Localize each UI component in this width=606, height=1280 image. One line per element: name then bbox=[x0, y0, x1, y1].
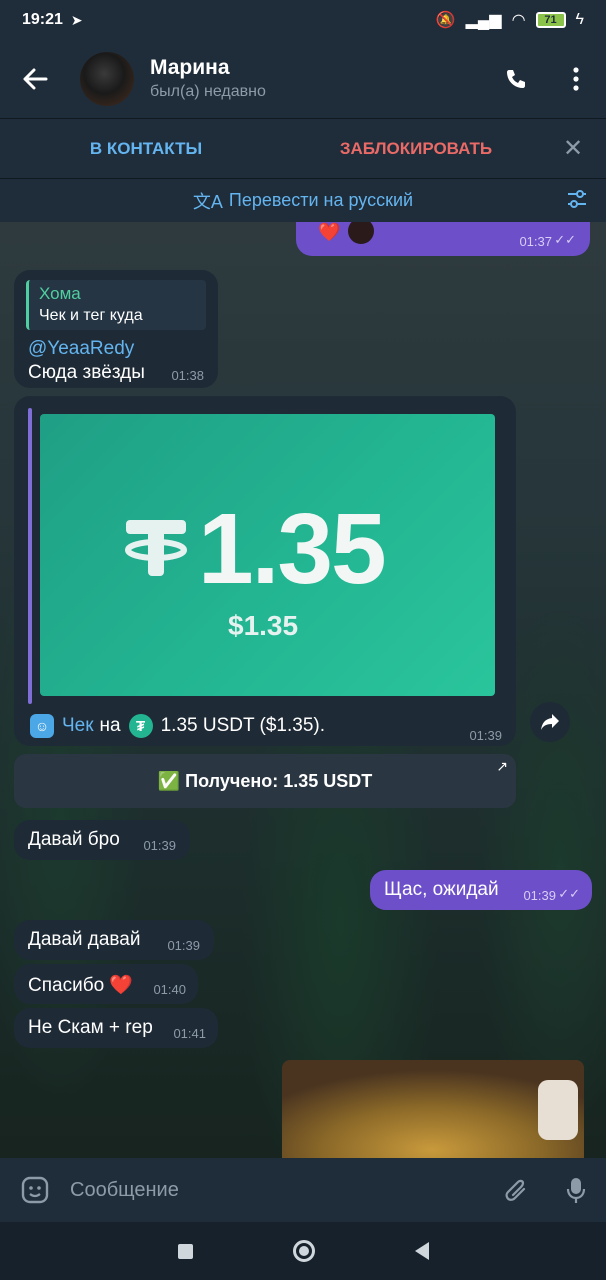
microphone-icon[interactable] bbox=[546, 1158, 606, 1222]
message-time: 01:39 bbox=[469, 728, 502, 743]
check-image[interactable]: 1.35 $1.35 bbox=[40, 414, 495, 696]
message-outgoing[interactable]: Щас, ожидай 01:39 ✓✓ bbox=[370, 870, 592, 910]
message-incoming[interactable]: Не Скам + rep 01:41 bbox=[14, 1008, 218, 1048]
heart-emoji-icon: ❤️ bbox=[109, 975, 134, 996]
wifi-icon: ◠ bbox=[511, 12, 526, 29]
back-arrow-icon[interactable] bbox=[0, 40, 70, 118]
block-button[interactable]: ЗАБЛОКИРОВАТЬ bbox=[292, 139, 540, 159]
chat-header: Марина был(а) недавно bbox=[0, 40, 606, 118]
message-text-body: Спасибо bbox=[28, 975, 105, 996]
check-usd-amount: $1.35 bbox=[228, 610, 299, 641]
read-check-icon: ✓✓ bbox=[558, 886, 580, 901]
check-link[interactable]: Чек bbox=[62, 715, 94, 737]
translate-settings-icon[interactable] bbox=[566, 189, 588, 215]
robot-icon: ☺ bbox=[30, 714, 54, 738]
mute-icon: 🔕 bbox=[435, 12, 456, 29]
close-icon[interactable]: ✕ bbox=[540, 134, 606, 163]
message-outgoing-sticker[interactable]: ❤️ 01:37 ✓✓ bbox=[296, 222, 590, 256]
contact-status: был(а) недавно bbox=[150, 83, 266, 100]
check-caption: ☺ Чек на ₮ 1.35 USDT ($1.35). bbox=[30, 714, 325, 738]
embed-accent-bar bbox=[28, 408, 32, 704]
external-link-icon: ↗ bbox=[496, 758, 508, 774]
message-time: 01:41 bbox=[173, 1026, 206, 1041]
message-text: Не Скам + rep bbox=[28, 1017, 153, 1038]
chat-area[interactable]: ❤️ 01:37 ✓✓ Хома Чек и тег куда @YeaaRed… bbox=[0, 222, 606, 1158]
message-text: Давай давай bbox=[28, 929, 141, 950]
contact-action-bar: В КОНТАКТЫ ЗАБЛОКИРОВАТЬ ✕ bbox=[0, 118, 606, 178]
quote-author: Хома bbox=[39, 284, 81, 303]
message-time: 01:39 bbox=[523, 888, 556, 903]
caption-mid: на bbox=[99, 715, 121, 736]
message-incoming[interactable]: Спасибо ❤️ 01:40 bbox=[14, 964, 198, 1004]
message-outgoing-photo[interactable] bbox=[282, 1060, 584, 1158]
usdt-small-icon: ₮ bbox=[128, 714, 153, 738]
received-label: ✅ Получено: 1.35 USDT bbox=[157, 770, 373, 791]
message-check[interactable]: 1.35 $1.35 ☺ Чек на ₮ 1.35 USDT ($1.35).… bbox=[14, 396, 516, 746]
message-time: 01:39 bbox=[167, 938, 200, 953]
mention-link[interactable]: @YeaaRedy bbox=[28, 338, 134, 360]
message-composer bbox=[0, 1158, 606, 1222]
back-button[interactable] bbox=[414, 1242, 429, 1260]
phone-icon[interactable] bbox=[486, 40, 546, 118]
status-time: 19:21 bbox=[22, 11, 63, 28]
translate-icon: 文A bbox=[192, 191, 223, 212]
message-time: 01:39 bbox=[143, 838, 176, 853]
check-value: 1.35 USDT ($1.35). bbox=[160, 715, 326, 736]
message-incoming[interactable]: Давай давай 01:39 bbox=[14, 920, 214, 960]
message-input[interactable] bbox=[70, 1178, 486, 1202]
attach-icon[interactable] bbox=[486, 1158, 546, 1222]
reply-quote[interactable]: Хома Чек и тег куда bbox=[26, 280, 206, 330]
message-incoming[interactable]: Давай бро 01:39 bbox=[14, 820, 190, 860]
battery-icon: 71 bbox=[535, 12, 566, 28]
charging-icon: ϟ bbox=[575, 11, 584, 28]
received-inline-button[interactable]: ✅ Получено: 1.35 USDT ↗ bbox=[14, 754, 516, 808]
status-bar: 19:21 ➤ 🔕 ▂▄▆ ◠ 71 ϟ bbox=[0, 0, 606, 40]
contact-name: Марина bbox=[150, 56, 230, 79]
forward-button[interactable] bbox=[530, 702, 570, 742]
translate-label: Перевести на русский bbox=[228, 190, 414, 210]
check-big-amount: 1.35 bbox=[198, 493, 387, 605]
read-check-icon: ✓✓ bbox=[554, 232, 576, 247]
telegram-icon: ➤ bbox=[70, 11, 83, 28]
message-text: Щас, ожидай bbox=[384, 879, 499, 900]
message-text: Спасибо ❤️ bbox=[28, 973, 133, 997]
message-time: 01:38 bbox=[171, 368, 204, 383]
add-contact-button[interactable]: В КОНТАКТЫ bbox=[0, 139, 292, 159]
contact-info[interactable]: Марина был(а) недавно bbox=[150, 55, 486, 103]
more-menu-icon[interactable] bbox=[546, 40, 606, 118]
avatar[interactable] bbox=[80, 52, 134, 106]
signal-icon: ▂▄▆ bbox=[465, 12, 502, 29]
message-reply[interactable]: Хома Чек и тег куда @YeaaRedy Сюда звёзд… bbox=[14, 270, 218, 388]
system-nav-bar bbox=[0, 1222, 606, 1280]
message-text: Давай бро bbox=[28, 829, 120, 850]
heart-emoji-icon: ❤️ bbox=[318, 222, 341, 242]
message-time: 01:40 bbox=[153, 982, 186, 997]
sticker-icon[interactable] bbox=[0, 1158, 70, 1222]
photo-thumb bbox=[348, 222, 374, 244]
photo-highlight bbox=[538, 1080, 578, 1140]
home-button[interactable] bbox=[292, 1240, 315, 1262]
status-icons: 🔕 ▂▄▆ ◠ 71 ϟ bbox=[436, 10, 584, 30]
translate-bar[interactable]: 文A Перевести на русский bbox=[0, 178, 606, 222]
usdt-logo-icon bbox=[125, 520, 187, 576]
forward-arrow-icon bbox=[541, 714, 559, 730]
message-time: 01:37 bbox=[519, 234, 552, 249]
quote-text: Чек и тег куда bbox=[39, 307, 143, 324]
recents-button[interactable] bbox=[177, 1243, 193, 1259]
message-text: Сюда звёзды bbox=[28, 362, 145, 383]
